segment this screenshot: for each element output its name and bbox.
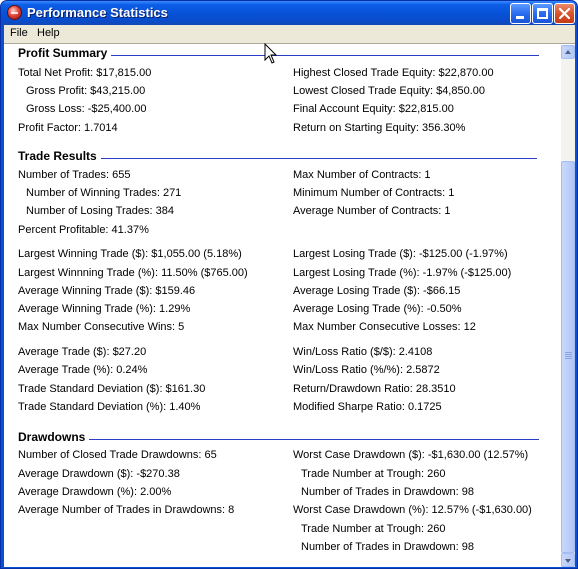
stat-closed-trade-drawdowns: Number of Closed Trade Drawdowns: 65: [18, 449, 217, 461]
thumb-grip: [565, 352, 572, 353]
section-divider: [89, 439, 540, 440]
stat-modified-sharpe-ratio: Modified Sharpe Ratio: 0.1725: [293, 401, 442, 413]
stat-average-trades-in-drawdown: Average Number of Trades in Drawdowns: 8: [18, 504, 235, 516]
stat-trades-in-drawdown: Number of Trades in Drawdown: 98: [301, 486, 475, 498]
stat-win-loss-ratio-percent: Win/Loss Ratio (%/%): 2.5872: [293, 364, 440, 376]
stat-losing-trades: Number of Losing Trades: 384: [26, 205, 174, 217]
stat-worst-drawdown-percent: Worst Case Drawdown (%): 12.57% (-$1,630…: [293, 504, 532, 516]
section-trade-results: Trade Results: [18, 149, 537, 163]
stat-max-consecutive-losses: Max Number Consecutive Losses: 12: [293, 321, 476, 333]
stat-win-loss-ratio-dollar: Win/Loss Ratio ($/$): 2.4108: [293, 346, 433, 358]
scrollbar-thumb[interactable]: [561, 161, 575, 553]
section-heading: Trade Results: [18, 149, 97, 163]
stat-highest-closed-equity: Highest Closed Trade Equity: $22,870.00: [293, 67, 494, 79]
thumb-grip: [565, 356, 572, 357]
scroll-down-arrow-icon: [565, 559, 571, 563]
thumb-grip: [565, 354, 572, 355]
stat-largest-losing-dollar: Largest Losing Trade ($): -$125.00 (-1.9…: [293, 248, 508, 260]
section-heading: Drawdowns: [18, 430, 86, 444]
mouse-cursor-icon: [264, 43, 278, 64]
stat-trade-stddev-percent: Trade Standard Deviation (%): 1.40%: [18, 401, 201, 413]
stat-average-trade-dollar: Average Trade ($): $27.20: [18, 346, 147, 358]
stat-average-losing-dollar: Average Losing Trade ($): -$66.15: [293, 285, 461, 297]
stat-average-contracts: Average Number of Contracts: 1: [293, 205, 451, 217]
stat-min-contracts: Minimum Number of Contracts: 1: [293, 187, 455, 199]
scroll-up-button[interactable]: [561, 45, 575, 59]
stat-largest-losing-percent: Largest Losing Trade (%): -1.97% (-$125.…: [293, 267, 512, 279]
stat-gross-loss: Gross Loss: -$25,400.00: [26, 103, 147, 115]
maximize-icon: [537, 8, 548, 19]
close-button[interactable]: [554, 3, 575, 24]
stat-return-on-equity: Return on Starting Equity: 356.30%: [293, 122, 466, 134]
stat-average-losing-percent: Average Losing Trade (%): -0.50%: [293, 303, 462, 315]
stat-largest-winning-dollar: Largest Winning Trade ($): $1,055.00 (5.…: [18, 248, 242, 260]
stat-average-drawdown-percent: Average Drawdown (%): 2.00%: [18, 486, 172, 498]
stat-max-consecutive-wins: Max Number Consecutive Wins: 5: [18, 321, 185, 333]
performance-statistics-window: Performance Statistics File Help Profit …: [0, 0, 578, 569]
stat-lowest-closed-equity: Lowest Closed Trade Equity: $4,850.00: [293, 85, 486, 97]
close-icon: [558, 7, 571, 20]
thumb-grip: [565, 358, 572, 359]
stat-trade-number-at-trough: Trade Number at Trough: 260: [301, 523, 446, 535]
menu-file[interactable]: File: [10, 27, 28, 39]
minimize-icon: [516, 16, 524, 19]
stat-average-winning-percent: Average Winning Trade (%): 1.29%: [18, 303, 191, 315]
scroll-up-arrow-icon: [565, 50, 571, 54]
section-drawdowns: Drawdowns: [18, 430, 540, 444]
app-icon[interactable]: [7, 5, 22, 20]
window-title: Performance Statistics: [27, 5, 168, 20]
stat-total-net-profit: Total Net Profit: $17,815.00: [18, 67, 152, 79]
stat-return-drawdown-ratio: Return/Drawdown Ratio: 28.3510: [293, 383, 456, 395]
section-divider: [111, 55, 540, 56]
section-divider: [100, 158, 537, 159]
stat-final-account-equity: Final Account Equity: $22,815.00: [293, 103, 454, 115]
stat-worst-drawdown-dollar: Worst Case Drawdown ($): -$1,630.00 (12.…: [293, 449, 529, 461]
scroll-down-button[interactable]: [561, 553, 575, 567]
maximize-button[interactable]: [532, 3, 553, 24]
stat-number-of-trades: Number of Trades: 655: [18, 169, 131, 181]
menu-bar: File Help: [4, 25, 575, 43]
stat-average-drawdown-dollar: Average Drawdown ($): -$270.38: [18, 468, 180, 480]
stat-average-trade-percent: Average Trade (%): 0.24%: [18, 364, 148, 376]
section-profit-summary: Profit Summary: [18, 46, 540, 60]
stat-trades-in-drawdown: Number of Trades in Drawdown: 98: [301, 541, 475, 553]
statistics-panel: Profit Summary Total Net Profit: $17,815…: [4, 43, 575, 567]
minimize-button[interactable]: [510, 3, 531, 24]
stat-largest-winning-percent: Largest Winnning Trade (%): 11.50% ($765…: [18, 267, 248, 279]
stat-max-contracts: Max Number of Contracts: 1: [293, 169, 431, 181]
title-bar[interactable]: Performance Statistics: [1, 1, 577, 25]
stat-gross-profit: Gross Profit: $43,215.00: [26, 85, 146, 97]
stat-average-winning-dollar: Average Winning Trade ($): $159.46: [18, 285, 196, 297]
stat-percent-profitable: Percent Profitable: 41.37%: [18, 224, 149, 236]
stat-trade-stddev-dollar: Trade Standard Deviation ($): $161.30: [18, 383, 206, 395]
section-heading: Profit Summary: [18, 46, 108, 60]
stat-winning-trades: Number of Winning Trades: 271: [26, 187, 182, 199]
stat-trade-number-at-trough: Trade Number at Trough: 260: [301, 468, 446, 480]
vertical-scrollbar[interactable]: [561, 45, 575, 567]
menu-help[interactable]: Help: [37, 27, 60, 39]
stat-profit-factor: Profit Factor: 1.7014: [18, 122, 118, 134]
